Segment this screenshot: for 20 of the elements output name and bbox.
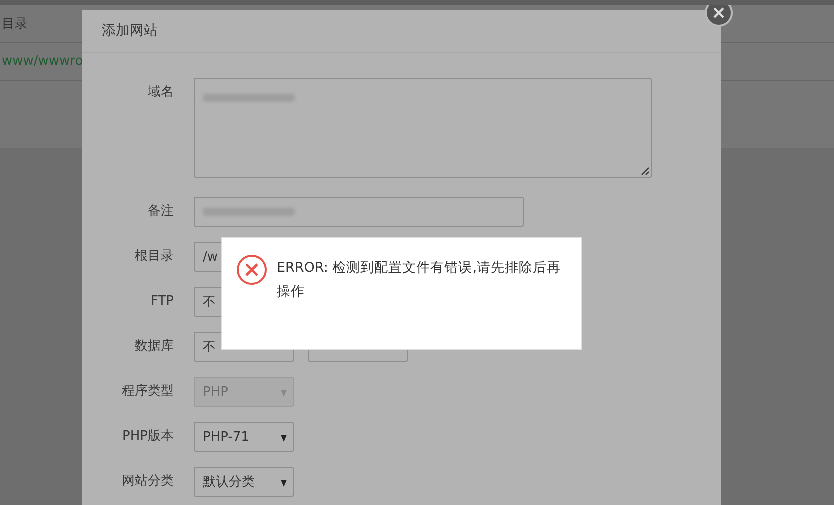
close-icon — [713, 7, 725, 19]
field-label: 数据库 — [134, 338, 175, 356]
input-field[interactable] — [194, 197, 524, 227]
column-header: 目录 — [2, 16, 28, 32]
field-label: 备注 — [147, 203, 175, 221]
error-message: ERROR: 检测到配置文件有错误,请先排除后再操作 — [277, 259, 562, 302]
caret-icon — [281, 480, 287, 487]
resize-grip-icon[interactable] — [641, 167, 650, 176]
field-label: PHP版本 — [122, 428, 175, 446]
error-icon — [236, 254, 268, 286]
caret-icon — [281, 435, 287, 442]
field-label: 根目录 — [134, 248, 175, 266]
field-label: 域名 — [147, 84, 175, 102]
field-label: 程序类型 — [121, 383, 175, 401]
dialog-title: 添加网站 — [102, 22, 158, 40]
select-field[interactable]: PHP-71 — [194, 422, 294, 452]
select-field[interactable]: 默认分类 — [194, 467, 294, 497]
field-label: 网站分类 — [121, 473, 175, 491]
field-label: FTP — [150, 293, 175, 311]
caret-icon — [281, 390, 287, 397]
